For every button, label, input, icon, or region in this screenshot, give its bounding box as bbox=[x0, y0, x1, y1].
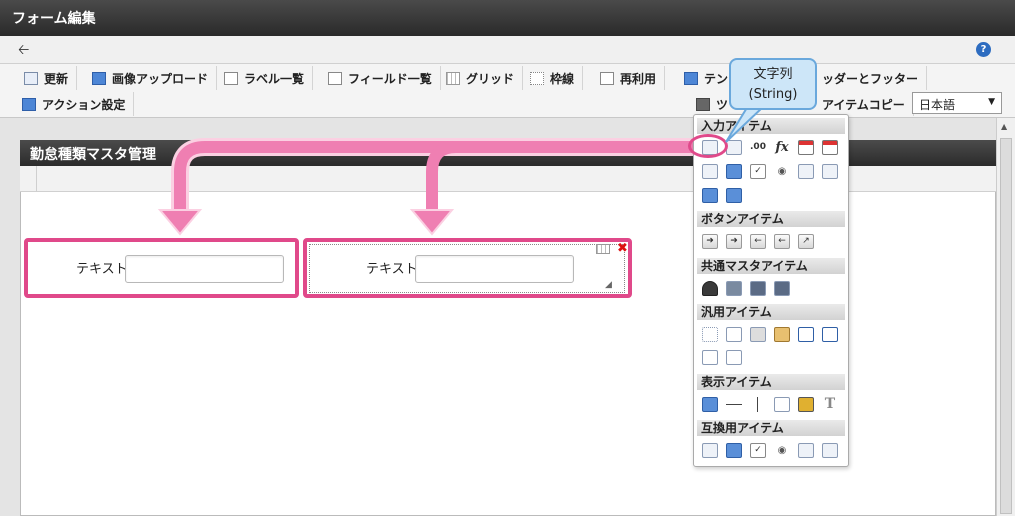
back-arrow-icon[interactable]: 🡠 bbox=[18, 42, 34, 58]
template-button[interactable]: テン bbox=[676, 66, 736, 90]
grid-icon[interactable] bbox=[596, 244, 610, 254]
compat-pulldown-icon[interactable] bbox=[702, 443, 718, 458]
subheader-divider bbox=[36, 166, 37, 192]
file-import-icon[interactable] bbox=[822, 327, 838, 342]
update-button[interactable]: 更新 bbox=[16, 66, 78, 90]
table-icon[interactable] bbox=[822, 164, 838, 179]
box-icon[interactable] bbox=[774, 397, 790, 412]
text-input-1[interactable] bbox=[125, 255, 284, 283]
forward-button-icon[interactable]: ➜ bbox=[726, 234, 742, 249]
language-select[interactable]: 日本語 ▼ bbox=[912, 92, 1002, 114]
field-list-icon bbox=[328, 71, 342, 85]
vertical-scrollbar[interactable]: ▲ bbox=[996, 118, 1015, 516]
form-canvas[interactable] bbox=[20, 140, 996, 516]
template-icon bbox=[684, 71, 698, 85]
palette-section-compat: 互換用アイテム bbox=[697, 420, 845, 436]
grid-icon bbox=[446, 71, 460, 85]
link-button-icon[interactable]: ↗ bbox=[798, 234, 814, 249]
compat-radio-icon[interactable]: ◉ bbox=[774, 443, 790, 458]
field-list-button[interactable]: フィールド一覧 bbox=[320, 66, 441, 90]
palette-section-display: 表示アイテム bbox=[697, 374, 845, 390]
compat-list-icon[interactable] bbox=[726, 443, 742, 458]
user-icon[interactable] bbox=[702, 281, 718, 296]
grid-button[interactable]: グリッド bbox=[438, 66, 524, 90]
listbox-icon[interactable] bbox=[798, 164, 814, 179]
image-icon[interactable] bbox=[726, 350, 742, 365]
user-group-icon[interactable] bbox=[774, 281, 790, 296]
text-input-2[interactable] bbox=[415, 255, 574, 283]
action-settings-button[interactable]: アクション設定 bbox=[14, 92, 135, 116]
window-title: フォーム編集 bbox=[0, 0, 1015, 36]
field-label: テキスト bbox=[76, 262, 128, 277]
text-icon[interactable]: T bbox=[822, 397, 838, 412]
toolbox-icon bbox=[696, 97, 710, 111]
palette-section-general: 汎用アイテム bbox=[697, 304, 845, 320]
palette-section-common-master: 共通マスタアイテム bbox=[697, 258, 845, 274]
reuse-button[interactable]: 再利用 bbox=[592, 66, 666, 90]
header-footer-button[interactable]: ッダーとフッター bbox=[814, 66, 928, 90]
picture-icon[interactable] bbox=[798, 397, 814, 412]
submit-button-icon[interactable]: ➜ bbox=[702, 234, 718, 249]
palette-section-input: 入力アイテム bbox=[697, 118, 845, 134]
document-icon[interactable] bbox=[726, 327, 742, 342]
spreadsheet-icon[interactable] bbox=[726, 188, 742, 203]
image-upload-icon bbox=[92, 71, 106, 85]
string-tooltip: 文字列 (String) bbox=[729, 58, 817, 110]
user-org-icon[interactable] bbox=[750, 281, 766, 296]
back-button-icon[interactable]: ← bbox=[750, 234, 766, 249]
form-subheader bbox=[20, 166, 996, 192]
pulldown-icon[interactable] bbox=[702, 164, 718, 179]
form-title: 勤怠種類マスタ管理 bbox=[20, 140, 996, 166]
file-upload-icon[interactable] bbox=[702, 188, 718, 203]
highlight-circle bbox=[688, 134, 728, 158]
image-upload-button[interactable]: 画像アップロード bbox=[84, 66, 218, 90]
reuse-icon bbox=[600, 71, 614, 85]
organization-icon[interactable] bbox=[726, 281, 742, 296]
compat-listbox-icon[interactable] bbox=[798, 443, 814, 458]
label-display-icon[interactable] bbox=[702, 397, 718, 412]
date-range-icon[interactable] bbox=[822, 140, 838, 155]
camera-icon[interactable] bbox=[750, 327, 766, 342]
number-field-icon[interactable]: .00 bbox=[750, 140, 766, 155]
navigation-bar: 🡠 ? bbox=[0, 36, 1015, 64]
checkbox-icon[interactable]: ✓ bbox=[750, 164, 766, 179]
frame-icon[interactable] bbox=[702, 327, 718, 342]
radio-icon[interactable]: ◉ bbox=[774, 164, 790, 179]
help-icon[interactable]: ? bbox=[976, 42, 991, 57]
list-icon[interactable] bbox=[726, 164, 742, 179]
resize-handle-icon[interactable]: ◢ bbox=[605, 280, 612, 290]
scroll-up-icon[interactable]: ▲ bbox=[1001, 122, 1007, 131]
tooltip-line-1: 文字列 bbox=[753, 67, 793, 82]
frame-line-icon bbox=[530, 71, 544, 85]
action-settings-icon bbox=[22, 97, 36, 111]
horizontal-line-icon[interactable] bbox=[726, 397, 742, 412]
compat-checkbox-icon[interactable]: ✓ bbox=[750, 443, 766, 458]
hidden-field-icon[interactable] bbox=[702, 350, 718, 365]
formula-icon[interactable]: fx bbox=[774, 140, 790, 155]
label-list-button[interactable]: ラベル一覧 bbox=[216, 66, 314, 90]
update-icon bbox=[24, 71, 38, 85]
close-icon[interactable]: ✖ bbox=[617, 242, 628, 255]
label-list-icon bbox=[224, 71, 238, 85]
frame-line-button[interactable]: 枠線 bbox=[522, 66, 584, 90]
textarea-icon[interactable] bbox=[726, 140, 742, 155]
compat-table-icon[interactable] bbox=[822, 443, 838, 458]
tooltip-line-2: (String) bbox=[748, 87, 798, 102]
gear-icon[interactable] bbox=[774, 327, 790, 342]
file-export-icon[interactable] bbox=[798, 327, 814, 342]
field-label: テキスト bbox=[366, 262, 418, 277]
return-button-icon[interactable]: ← bbox=[774, 234, 790, 249]
item-copy-button[interactable]: アイテムコピー bbox=[814, 92, 914, 116]
palette-section-button: ボタンアイテム bbox=[697, 211, 845, 227]
scrollbar-thumb[interactable] bbox=[1000, 138, 1012, 514]
vertical-line-icon[interactable] bbox=[750, 397, 766, 412]
chevron-down-icon: ▼ bbox=[988, 97, 995, 107]
date-icon[interactable] bbox=[798, 140, 814, 155]
